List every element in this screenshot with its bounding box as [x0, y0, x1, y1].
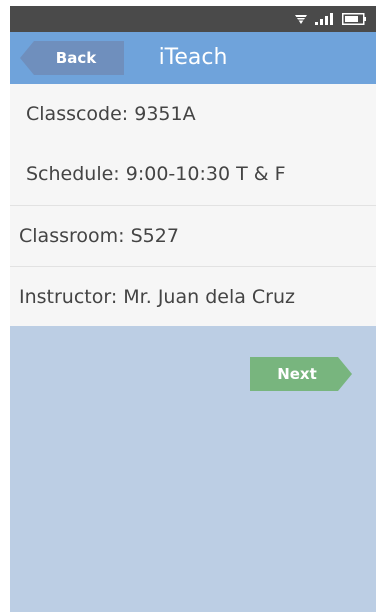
class-info-list: Classcode: 9351A Schedule: 9:00-10:30 T …	[10, 84, 376, 326]
classcode-row: Classcode: 9351A	[26, 103, 196, 125]
next-button[interactable]: Next	[250, 357, 352, 391]
back-button[interactable]: Back	[20, 41, 124, 75]
wifi-icon	[295, 15, 307, 24]
status-bar	[10, 6, 376, 32]
classroom-row: Classroom: S527	[10, 205, 376, 265]
battery-icon	[342, 13, 366, 25]
instructor-row: Instructor: Mr. Juan dela Cruz	[10, 266, 376, 326]
schedule-row: Schedule: 9:00-10:30 T & F	[26, 163, 286, 185]
signal-icon	[315, 13, 333, 25]
phone-screen: iTeach Back Classcode: 9351A Schedule: 9…	[10, 6, 376, 612]
app-bar: iTeach Back	[10, 32, 376, 84]
status-icons	[294, 11, 366, 27]
